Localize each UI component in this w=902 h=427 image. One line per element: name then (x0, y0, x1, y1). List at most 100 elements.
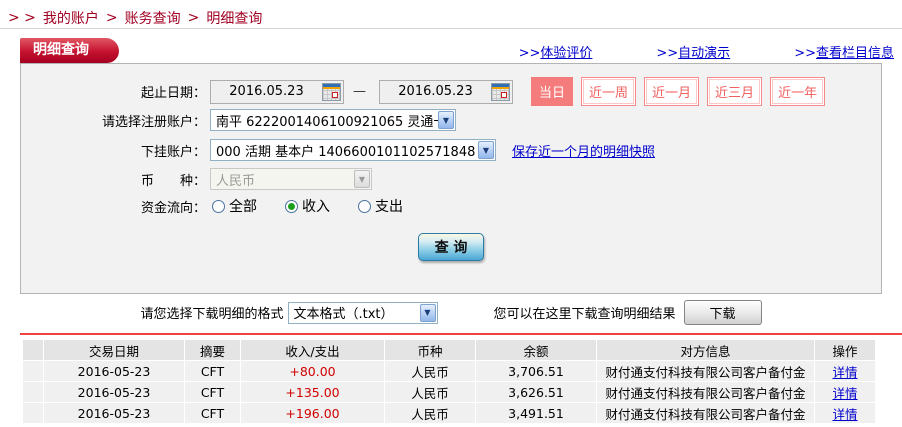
date-range-row: 起止日期： 2016.05.23 — 2016.05.23 当日 近一周 近一月… (21, 77, 881, 106)
period-button-group: 当日 近一周 近一月 近三月 近一年 (531, 77, 826, 106)
register-account-label: 请选择注册账户： (101, 114, 206, 130)
breadcrumb-item-detail-query[interactable]: 明细查询 (206, 8, 262, 28)
query-form-panel: 起止日期： 2016.05.23 — 2016.05.23 当日 近一周 近一月… (20, 63, 882, 294)
cell-trade-date: 2016-05-23 (44, 382, 184, 402)
cell-trade-date: 2016-05-23 (44, 361, 184, 381)
divider (0, 28, 902, 29)
detail-link[interactable]: 详情 (832, 365, 857, 380)
detail-link[interactable]: 详情 (832, 386, 857, 401)
chevron-down-icon[interactable]: ▼ (478, 141, 494, 159)
page: > > 我的账户 > 账务查询 > 明细查询 明细查询 >>体验评价 >>自动演… (0, 0, 902, 427)
header-summary: 摘要 (185, 340, 240, 360)
start-date-field[interactable]: 2016.05.23 (210, 79, 344, 104)
cell-balance: 3,706.51 (476, 361, 596, 381)
download-format-value: 文本格式（.txt） (293, 307, 394, 322)
breadcrumb: > > 我的账户 > 账务查询 > 明细查询 (8, 8, 262, 28)
chevron-down-icon: ▼ (354, 170, 370, 188)
chevron-down-icon[interactable]: ▼ (438, 111, 454, 129)
table-row: 2016-05-23 CFT +196.00 人民币 3,491.51 财付通支… (23, 403, 875, 423)
currency-select: 人民币 ▼ (210, 168, 372, 190)
radio-icon[interactable] (212, 199, 225, 213)
funds-flow-option-label: 收入 (302, 199, 330, 215)
cell-trade-date: 2016-05-23 (44, 403, 184, 423)
cell-amount: +135.00 (241, 382, 384, 402)
period-button[interactable]: 近一周 (581, 77, 637, 106)
radio-icon[interactable] (285, 199, 298, 213)
download-row: 请您选择下载明细的格式 文本格式（.txt） ▼ 您可以在这里下载查询明细结果 … (0, 300, 902, 325)
end-date-value: 2016.05.23 (398, 84, 473, 99)
sub-account-value: 000 活期 基本户 1406600101102571848 (216, 144, 476, 160)
link-experience-rating[interactable]: >>体验评价 (519, 42, 593, 61)
header-links: >>体验评价 >>自动演示 >>查看栏目信息 (519, 42, 894, 61)
header-action: 操作 (815, 340, 875, 360)
link-auto-demo[interactable]: >>自动演示 (656, 42, 730, 61)
period-button[interactable]: 近一年 (770, 77, 826, 106)
query-button[interactable]: 查 询 (418, 233, 484, 261)
download-button[interactable]: 下载 (683, 300, 762, 325)
header-currency: 币种 (385, 340, 475, 360)
cell-balance: 3,491.51 (476, 403, 596, 423)
cell-currency: 人民币 (385, 361, 475, 381)
cell-counterparty: 财付通支付科技有限公司客户备付金 (597, 403, 814, 423)
funds-flow-group: 全部 收入 支出 (212, 196, 403, 216)
calendar-icon[interactable] (322, 82, 341, 101)
date-range-label: 起止日期： (140, 86, 206, 101)
table-row: 2016-05-23 CFT +135.00 人民币 3,626.51 财付通支… (23, 382, 875, 402)
cell-empty (23, 361, 43, 381)
query-button-row: 查 询 (21, 233, 881, 261)
link-prefix: >> (518, 46, 541, 61)
link-view-column-info[interactable]: >>查看栏目信息 (794, 42, 894, 61)
header-counterparty: 对方信息 (597, 340, 814, 360)
sub-account-select[interactable]: 000 活期 基本户 1406600101102571848 ▼ (210, 139, 496, 161)
link-prefix: >> (794, 46, 816, 61)
cell-empty (23, 382, 43, 402)
period-button[interactable]: 当日 (531, 77, 574, 106)
detail-link[interactable]: 详情 (832, 407, 857, 422)
sub-account-label: 下挂账户： (140, 144, 206, 160)
breadcrumb-item-account-query[interactable]: 账务查询 (125, 8, 181, 28)
register-account-value: 南平 6222001406100921065 灵通卡 (216, 114, 447, 130)
breadcrumb-separator: > (105, 10, 118, 26)
cell-balance: 3,626.51 (476, 382, 596, 402)
cell-summary: CFT (185, 382, 240, 402)
currency-row: 币 种： 人民币 ▼ (21, 168, 881, 190)
cell-summary: CFT (185, 361, 240, 381)
cell-counterparty: 财付通支付科技有限公司客户备付金 (597, 382, 814, 402)
chevron-down-icon[interactable]: ▼ (419, 303, 436, 322)
results-table: 交易日期 摘要 收入/支出 币种 余额 对方信息 操作 2016-05-23 C… (22, 339, 876, 424)
save-snapshot-link[interactable]: 保存近一个月的明细快照 (512, 141, 655, 160)
start-date-value: 2016.05.23 (229, 84, 304, 99)
currency-label: 币 种： (140, 173, 206, 189)
calendar-icon[interactable] (491, 82, 510, 101)
download-format-select[interactable]: 文本格式（.txt） ▼ (287, 301, 438, 324)
header-trade-date: 交易日期 (44, 340, 184, 360)
currency-value: 人民币 (216, 173, 256, 189)
breadcrumb-item-my-account[interactable]: 我的账户 (43, 8, 99, 28)
section-tab-detail-query: 明细查询 (20, 38, 119, 63)
register-account-select[interactable]: 南平 6222001406100921065 灵通卡 ▼ (210, 109, 456, 131)
radio-icon[interactable] (358, 199, 371, 213)
breadcrumb-separator: > (187, 10, 200, 26)
period-button[interactable]: 近三月 (707, 77, 763, 106)
cell-summary: CFT (185, 403, 240, 423)
cell-empty (23, 403, 43, 423)
table-top-divider (20, 333, 902, 335)
link-label: 自动演示 (678, 46, 731, 61)
link-label: 体验评价 (540, 46, 593, 61)
header-income-expense: 收入/支出 (241, 340, 384, 360)
header-empty (23, 340, 43, 360)
link-label: 查看栏目信息 (815, 46, 894, 61)
table-row: 2016-05-23 CFT +80.00 人民币 3,706.51 财付通支付… (23, 361, 875, 381)
download-format-label: 请您选择下载明细的格式 (140, 307, 284, 322)
end-date-field[interactable]: 2016.05.23 (379, 79, 513, 104)
download-hint-label: 您可以在这里下载查询明细结果 (493, 307, 676, 322)
header-balance: 余额 (476, 340, 596, 360)
funds-flow-option[interactable]: 支出 (358, 196, 403, 216)
period-button[interactable]: 近一月 (644, 77, 700, 106)
sub-account-row: 下挂账户： 000 活期 基本户 1406600101102571848 ▼ 保… (21, 139, 881, 161)
funds-flow-option[interactable]: 收入 (285, 196, 330, 216)
funds-flow-option-label: 全部 (229, 199, 257, 215)
breadcrumb-prefix: > > (8, 10, 36, 26)
funds-flow-option[interactable]: 全部 (212, 196, 257, 216)
link-prefix: >> (656, 46, 679, 61)
